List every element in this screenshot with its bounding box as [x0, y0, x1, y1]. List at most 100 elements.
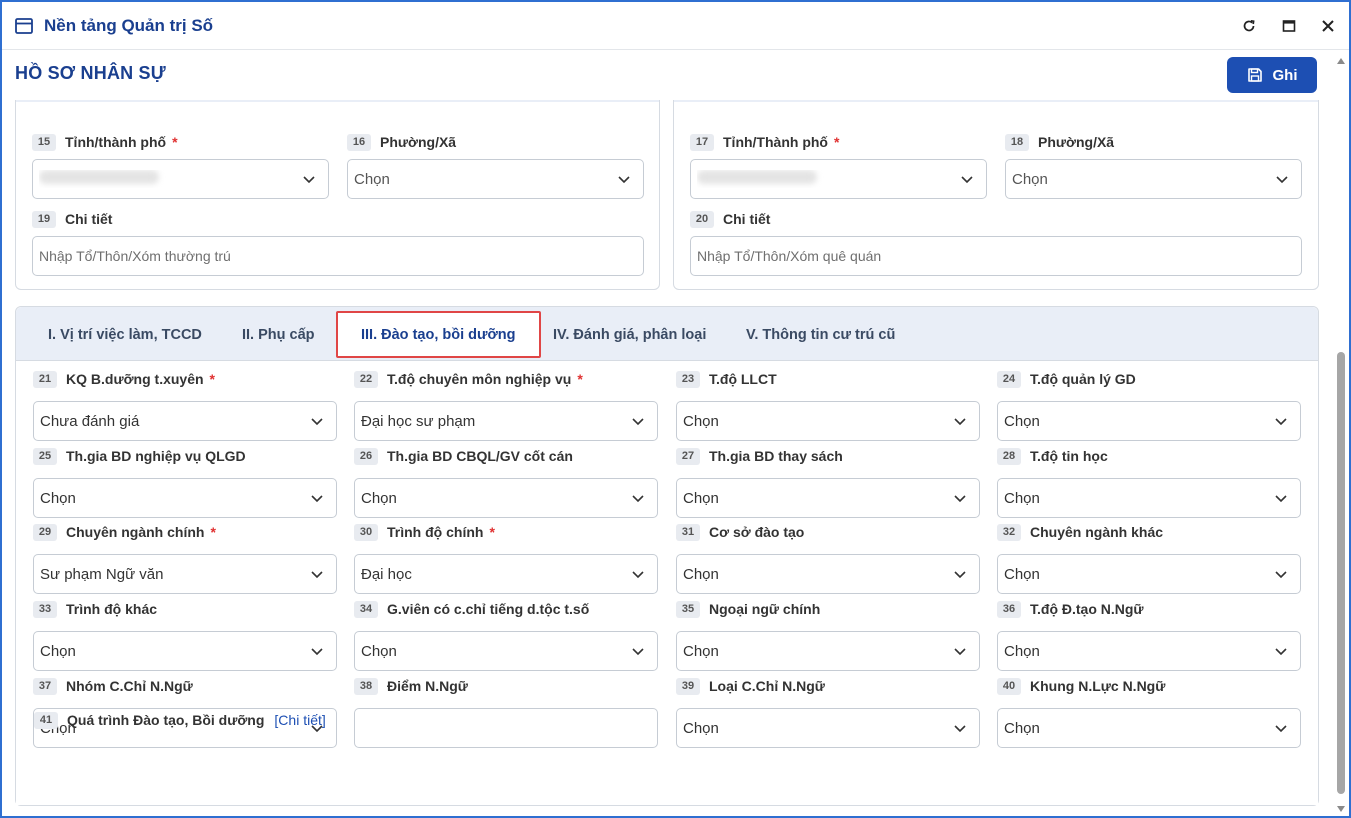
- field-number-badge: 39: [676, 677, 700, 695]
- select-dropdown[interactable]: Chọn: [997, 554, 1301, 594]
- chevron-down-icon: ⌄: [694, 100, 702, 103]
- select-value: Chọn: [683, 719, 719, 737]
- detail-input-right[interactable]: Nhập Tổ/Thôn/Xóm quê quán: [690, 236, 1302, 276]
- redacted-value: [697, 170, 817, 184]
- ward-select-right[interactable]: Chọn: [1005, 159, 1302, 199]
- app-window: Nền tảng Quản trị Số HỒ SƠ NHÂN SỰ Ghi ⌄…: [0, 0, 1351, 818]
- field-number-badge: 36: [997, 600, 1021, 618]
- select-dropdown[interactable]: Chưa đánh giá: [33, 401, 337, 441]
- chevron-down-icon: [618, 176, 630, 184]
- field-label: Trình độ chính: [387, 524, 484, 540]
- redacted-value: [39, 170, 159, 184]
- select-dropdown[interactable]: Chọn: [33, 631, 337, 671]
- close-icon[interactable]: [1318, 16, 1338, 36]
- chevron-down-icon: [1275, 648, 1287, 656]
- select-dropdown[interactable]: Chọn: [676, 708, 980, 748]
- window-title: Nền tảng Quản trị Số: [44, 15, 214, 35]
- field-31: 31 Cơ sở đào tạo Chọn: [676, 523, 980, 594]
- chevron-down-icon: [961, 176, 973, 184]
- field-label: Khung N.Lực N.Ngữ: [1030, 678, 1166, 694]
- field-number-badge: 33: [33, 600, 57, 618]
- field-province-left: 15 Tỉnh/thành phố *: [32, 133, 329, 199]
- scroll-thumb[interactable]: [1337, 352, 1345, 794]
- field-number-badge: 32: [997, 523, 1021, 541]
- tab-vi-tri-viec-lam[interactable]: I. Vị trí việc làm, TCCD: [48, 327, 202, 343]
- field-number-badge: 23: [676, 370, 700, 388]
- select-dropdown[interactable]: Đại học sư phạm: [354, 401, 658, 441]
- field-number-badge: 28: [997, 447, 1021, 465]
- select-dropdown[interactable]: Chọn: [676, 554, 980, 594]
- select-value: Sư phạm Ngữ văn: [40, 565, 164, 583]
- scroll-up-icon[interactable]: [1336, 56, 1346, 66]
- chevron-down-icon: [1275, 418, 1287, 426]
- tab-thong-tin-cu-tru-cu[interactable]: V. Thông tin cư trú cũ: [746, 327, 895, 343]
- select-dropdown[interactable]: Chọn: [997, 708, 1301, 748]
- detail-input-left[interactable]: Nhập Tổ/Thôn/Xóm thường trú: [32, 236, 644, 276]
- select-value: Đại học sư phạm: [361, 412, 476, 430]
- field-number-badge: 24: [997, 370, 1021, 388]
- save-button[interactable]: Ghi: [1227, 57, 1317, 93]
- field-number-badge: 31: [676, 523, 700, 541]
- field-39: 39 Loại C.Chỉ N.Ngữ Chọn: [676, 677, 980, 748]
- select-dropdown[interactable]: Chọn: [676, 401, 980, 441]
- chevron-down-icon: [311, 648, 323, 656]
- field-number-badge: 34: [354, 600, 378, 618]
- field-label: Th.gia BD CBQL/GV cốt cán: [387, 448, 573, 464]
- field-37: 37 Nhóm C.Chỉ N.Ngữ Chọn: [33, 677, 337, 748]
- field-label: Chuyên ngành khác: [1030, 524, 1164, 540]
- field-label: T.độ tin học: [1030, 448, 1108, 464]
- select-dropdown[interactable]: Đại học: [354, 554, 658, 594]
- province-select-right[interactable]: [690, 159, 987, 199]
- field-detail-right: 20 Chi tiết Nhập Tổ/Thôn/Xóm quê quán: [690, 210, 1302, 276]
- field-24: 24 T.độ quản lý GD Chọn: [997, 370, 1301, 441]
- permanent-address-card: ⌄ 15 Tỉnh/thành phố * 16 Phường/Xã: [15, 100, 660, 290]
- title-bar: Nền tảng Quản trị Số: [2, 2, 1349, 50]
- tab-dao-tao-boi-duong[interactable]: III. Đào tạo, bồi dưỡng: [336, 311, 541, 358]
- field-number-badge: 22: [354, 370, 378, 388]
- province-select-left[interactable]: [32, 159, 329, 199]
- select-value: Chọn: [683, 489, 719, 507]
- scrollbar[interactable]: [1333, 52, 1349, 816]
- required-marker: *: [489, 524, 495, 540]
- select-value: Chọn: [40, 642, 76, 660]
- ward-select-left[interactable]: Chọn: [347, 159, 644, 199]
- field-27: 27 Th.gia BD thay sách Chọn: [676, 447, 980, 518]
- field-21: 21 KQ B.dưỡng t.xuyên * Chưa đánh giá: [33, 370, 337, 441]
- field-number-badge: 25: [33, 447, 57, 465]
- required-marker: *: [209, 371, 215, 387]
- select-value: Chọn: [1004, 489, 1040, 507]
- refresh-icon[interactable]: [1239, 16, 1259, 36]
- field-25: 25 Th.gia BD nghiệp vụ QLGD Chọn: [33, 447, 337, 518]
- select-dropdown[interactable]: Chọn: [997, 478, 1301, 518]
- select-dropdown[interactable]: Chọn: [354, 478, 658, 518]
- maximize-icon[interactable]: [1279, 16, 1299, 36]
- field-36: 36 T.độ Đ.tạo N.Ngữ Chọn: [997, 600, 1301, 671]
- field-label: Nhóm C.Chỉ N.Ngữ: [66, 678, 193, 694]
- select-dropdown[interactable]: Sư phạm Ngữ văn: [33, 554, 337, 594]
- hometown-address-card: ⌄ 17 Tỉnh/Thành phố * 18 Phường/Xã: [673, 100, 1319, 290]
- field-label: G.viên có c.chỉ tiếng d.tộc t.số: [387, 601, 590, 617]
- detail-link[interactable]: [Chi tiết]: [274, 712, 325, 728]
- select-dropdown[interactable]: Chọn: [997, 631, 1301, 671]
- scroll-down-icon[interactable]: [1336, 804, 1346, 814]
- select-value: Chọn: [361, 489, 397, 507]
- window-icon: [15, 17, 33, 34]
- select-dropdown[interactable]: Chọn: [33, 478, 337, 518]
- select-dropdown[interactable]: Chọn: [354, 631, 658, 671]
- field-number-badge: 21: [33, 370, 57, 388]
- select-dropdown[interactable]: Chọn: [676, 631, 980, 671]
- tab-danh-gia-phan-loai[interactable]: IV. Đánh giá, phân loại: [553, 327, 706, 343]
- field-training-process: 41 Quá trình Đào tạo, Bồi dưỡng [Chi tiế…: [34, 711, 634, 729]
- select-dropdown[interactable]: Chọn: [676, 478, 980, 518]
- field-label: Th.gia BD nghiệp vụ QLGD: [66, 448, 246, 464]
- save-icon: [1247, 68, 1262, 82]
- save-button-label: Ghi: [1272, 66, 1298, 84]
- select-dropdown[interactable]: Chọn: [997, 401, 1301, 441]
- chevron-down-icon: [311, 571, 323, 579]
- field-label: T.độ LLCT: [709, 371, 777, 387]
- chevron-down-icon: [311, 418, 323, 426]
- chevron-down-icon: ⌄: [36, 100, 44, 103]
- card-header-strip: ⌄: [16, 100, 659, 102]
- field-ward-left: 16 Phường/Xã Chọn: [347, 133, 644, 199]
- tab-phu-cap[interactable]: II. Phụ cấp: [242, 327, 315, 343]
